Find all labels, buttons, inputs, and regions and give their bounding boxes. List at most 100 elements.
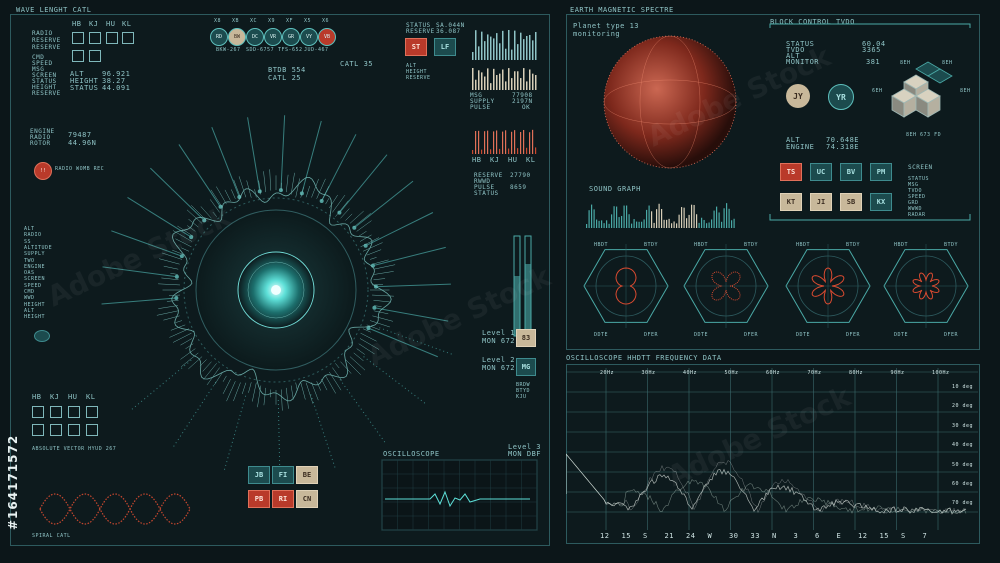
deg-label: 60 deg [952,481,973,487]
pm-button[interactable]: PM [870,163,892,181]
hex-top-right: BTDY [944,242,958,248]
top-num-3: TFS-652 [278,47,303,53]
mode-code: XF [286,18,293,24]
uc-button[interactable]: UC [810,163,832,181]
code3-hu: HU [508,156,517,164]
mode-code: X6 [322,18,329,24]
ts-button[interactable]: TS [780,163,802,181]
hex-top-left: HBDT [694,242,708,248]
lf-button[interactable]: LF [434,38,456,56]
bv-button[interactable]: BV [840,163,862,181]
compass-tick: 3 [794,532,799,540]
grid-btn-pb[interactable]: PB [248,490,270,508]
hex-bot-left: DDTE [694,332,708,338]
pulse-label: PULSE [470,104,491,111]
compass-tick: 12 [600,532,609,540]
mode-circle[interactable]: VR [264,28,282,46]
grid-btn-ri[interactable]: RI [272,490,294,508]
freq-label: 100Hz [932,370,950,376]
kju-label: KJU [516,394,527,400]
grid-btn-jb[interactable]: JB [248,466,270,484]
deg-label: 50 deg [952,462,973,468]
cube-tag-1: 6EH [872,88,883,94]
level1-label: Level 1 [482,329,515,337]
level3-mon: MON DBF [508,450,541,458]
freq-label: 80Hz [849,370,863,376]
level2-mon: MON 672 [482,364,515,372]
level2-label: Level 2 [482,356,515,364]
screen-list-item: RADAR [908,212,926,218]
mode-circle[interactable]: VY [300,28,318,46]
cube-tag-3: 8EH [960,88,971,94]
sb-button[interactable]: SB [840,193,862,211]
compass-tick: 6 [815,532,820,540]
sound-graph-title: SOUND GRAPH [589,185,641,193]
compass-tick: S [643,532,648,540]
hex-top-right: BTDY [846,242,860,248]
compass-tick: N [772,532,777,540]
freq-label: 60Hz [766,370,780,376]
mode-code: X8 [214,18,221,24]
kt-button[interactable]: KT [780,193,802,211]
pulse2-value: 8659 [510,184,526,191]
compass-tick: 24 [686,532,695,540]
screen-list-item: SCREEN [908,164,933,171]
kx-button[interactable]: KX [870,193,892,211]
deg-label: 30 deg [952,423,973,429]
grid-btn-fi[interactable]: FI [272,466,294,484]
mode-circle[interactable]: VB [318,28,336,46]
hex-bot-right: DFER [846,332,860,338]
mode-circle[interactable]: RD [210,28,228,46]
freq-label: 50Hz [725,370,739,376]
cube-tag-2: 8EH [900,60,911,66]
cube-tag-4: 8EH [942,60,953,66]
compass-tick: S [901,532,906,540]
top-num-1: BKW-267 [216,47,241,53]
hex-bot-right: DFER [644,332,658,338]
grid-btn-be[interactable]: BE [296,466,318,484]
oscilloscope-label: OSCILLOSCOPE [383,450,440,458]
st-button[interactable]: ST [405,38,427,56]
ji-button[interactable]: JI [810,193,832,211]
catl35-label: CATL 35 [340,60,373,68]
hex-bot-left: DDTE [796,332,810,338]
grid-btn-cn[interactable]: CN [296,490,318,508]
hud-screen: WAVE LENGHT CATL HB KJ HU KL RADIO RESER… [0,0,1000,563]
deg-label: 20 deg [952,403,973,409]
code3-kj: KJ [490,156,499,164]
left-panel-title: WAVE LENGHT CATL [16,6,91,14]
freq-panel-title: OSCILLOSCOPE HHDTT FREQUENCY DATA [566,354,722,362]
hex-bot-left: DDTE [594,332,608,338]
deg-label: 70 deg [952,500,973,506]
btdb-label: BTDB 554 [268,66,306,74]
hex-top-left: HBDT [796,242,810,248]
hex-top-left: HBDT [594,242,608,248]
top-num-4: JUD-467 [304,47,329,53]
reserve-value: 27790 [510,172,531,179]
mode-circle[interactable]: GR [282,28,300,46]
freq-label: 70Hz [808,370,822,376]
mode-code: XC [250,18,257,24]
level1-value[interactable]: 83 [516,329,536,347]
freq-label: 40Hz [683,370,697,376]
status-num-c: 381 [866,58,880,66]
hex-top-right: BTDY [644,242,658,248]
pulse-value: OK [522,104,530,111]
hex-top-left: HBDT [894,242,908,248]
yr-button[interactable]: YR [828,84,854,110]
level2-value[interactable]: MG [516,358,536,376]
mode-code: X5 [304,18,311,24]
earth-panel-title: EARTH MAGNETIC SPECTRE [570,6,674,14]
status-num-b: 3365 [862,46,881,54]
hex-bot-left: DDTE [894,332,908,338]
top-num-2: SDD-6757 [246,47,274,53]
mode-circle[interactable]: BW [228,28,246,46]
code3-kl: KL [526,156,535,164]
mode-circle[interactable]: DC [246,28,264,46]
mode-code: XB [232,18,239,24]
freq-label: 20Hz [600,370,614,376]
compass-tick: 30 [729,532,738,540]
freq-label: 90Hz [891,370,905,376]
alt-block-3: RESERVE [406,75,431,81]
compass-tick: 12 [858,532,867,540]
